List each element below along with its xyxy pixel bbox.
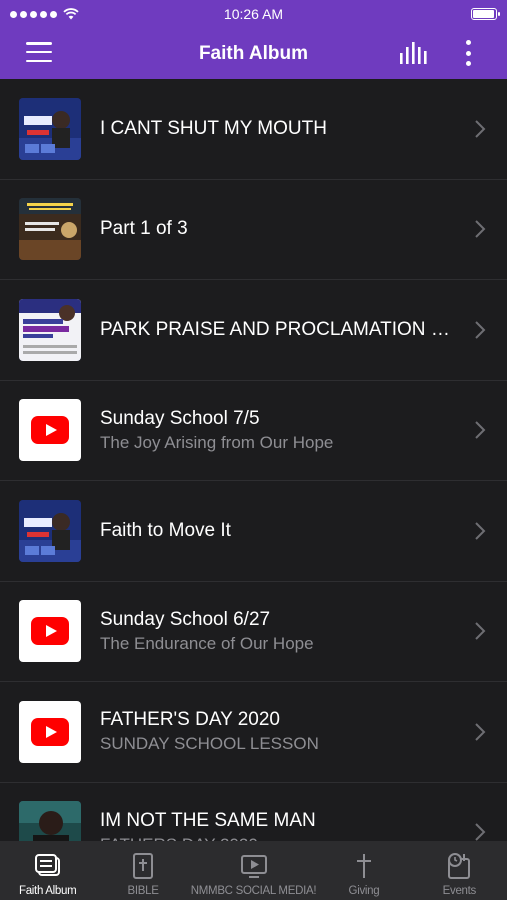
page-title: Faith Album bbox=[198, 42, 309, 64]
list-item-title: Sunday School 6/27 bbox=[100, 608, 271, 630]
list-item-text: I CANT SHUT MY MOUTH bbox=[100, 118, 457, 140]
status-left bbox=[10, 8, 79, 20]
list-item-title: FATHER'S DAY 2020 bbox=[100, 709, 280, 731]
chevron-right-icon bbox=[475, 220, 486, 238]
youtube-thumbnail bbox=[19, 600, 81, 663]
list-item-title: I CANT SHUT MY MOUTH bbox=[100, 117, 327, 139]
tab-bar: Faith Album BIBLE NMMBC SOCIAL MEDIA! Givin… bbox=[0, 841, 507, 900]
battery-icon bbox=[471, 8, 500, 20]
more-options-icon[interactable] bbox=[458, 40, 478, 66]
album-icon bbox=[34, 854, 60, 876]
calendar-clock-icon bbox=[448, 853, 471, 879]
nav-bar: Faith Album bbox=[0, 28, 507, 79]
youtube-thumbnail bbox=[19, 399, 81, 462]
youtube-play-icon bbox=[31, 717, 69, 746]
tab-giving[interactable]: Giving bbox=[316, 841, 411, 900]
join-us-flyer-thumbnail bbox=[19, 499, 81, 562]
menu-icon[interactable] bbox=[26, 42, 52, 62]
list-item-text: Faith to Move It bbox=[100, 520, 457, 542]
status-bar: 10:26 AM bbox=[0, 0, 507, 28]
bible-study-flyer-thumbnail bbox=[19, 198, 81, 261]
proclamation-flyer-thumbnail bbox=[19, 298, 81, 361]
list-item-text: PARK PRAISE AND PROCLAMATION L... bbox=[100, 319, 457, 341]
signal-icon bbox=[10, 10, 57, 18]
chevron-right-icon bbox=[475, 120, 486, 138]
list-item[interactable]: I CANT SHUT MY MOUTH bbox=[0, 79, 507, 180]
chevron-right-icon bbox=[475, 522, 486, 540]
list-item-subtitle: SUNDAY SCHOOL LESSON bbox=[100, 734, 319, 754]
list-item[interactable]: IM NOT THE SAME MANFATHERS DAY 2020 bbox=[0, 783, 507, 841]
tv-icon bbox=[240, 855, 267, 878]
list-item[interactable]: Part 1 of 3 bbox=[0, 180, 507, 280]
tab-label: BIBLE bbox=[127, 885, 159, 897]
youtube-play-icon bbox=[31, 617, 69, 646]
wifi-icon bbox=[63, 8, 79, 20]
equalizer-icon[interactable] bbox=[398, 41, 430, 65]
list-item[interactable]: Sunday School 7/5 The Joy Arising from Ou… bbox=[0, 381, 507, 481]
list-item-title: PARK PRAISE AND PROCLAMATION L... bbox=[100, 318, 457, 340]
cross-icon bbox=[356, 854, 371, 878]
list-item[interactable]: FATHER'S DAY 2020 SUNDAY SCHOOL LESSON bbox=[0, 682, 507, 783]
list-item-text: Sunday School 6/27 The Endurance of Our H… bbox=[100, 609, 457, 654]
album-list: I CANT SHUT MY MOUTH Part 1 of 3 PARK PRAI… bbox=[0, 79, 507, 841]
list-item-title: Part 1 of 3 bbox=[100, 218, 188, 240]
list-item-text: IM NOT THE SAME MANFATHERS DAY 2020 bbox=[100, 810, 457, 841]
list-item-title: Faith to Move It bbox=[100, 519, 231, 541]
youtube-play-icon bbox=[31, 416, 69, 445]
list-item-subtitle: The Joy Arising from Our Hope bbox=[100, 432, 334, 452]
list-item[interactable]: PARK PRAISE AND PROCLAMATION L... bbox=[0, 280, 507, 381]
list-item-text: Part 1 of 3 bbox=[100, 218, 457, 240]
list-item-subtitle: The Endurance of Our Hope bbox=[100, 633, 314, 653]
battery-level bbox=[473, 10, 494, 18]
list-item-text: FATHER'S DAY 2020 SUNDAY SCHOOL LESSON bbox=[100, 709, 457, 754]
tab-bible[interactable]: BIBLE bbox=[95, 841, 190, 900]
tab-label: NMMBC SOCIAL MEDIA! bbox=[190, 885, 317, 897]
list-item[interactable]: Sunday School 6/27 The Endurance of Our H… bbox=[0, 582, 507, 682]
tab-nmmbc-social-media[interactable]: NMMBC SOCIAL MEDIA! bbox=[191, 841, 317, 900]
chevron-right-icon bbox=[475, 421, 486, 439]
chevron-right-icon bbox=[475, 321, 486, 339]
tab-label: Giving bbox=[348, 885, 380, 897]
chevron-right-icon bbox=[475, 823, 486, 841]
list-item[interactable]: Faith to Move It bbox=[0, 481, 507, 582]
tab-faith-album[interactable]: Faith Album bbox=[0, 841, 95, 900]
tab-events[interactable]: Events bbox=[412, 841, 507, 900]
youtube-thumbnail bbox=[19, 700, 81, 763]
chevron-right-icon bbox=[475, 622, 486, 640]
list-item-text: Sunday School 7/5 The Joy Arising from Ou… bbox=[100, 408, 457, 453]
list-item-title: Sunday School 7/5 bbox=[100, 407, 260, 429]
chevron-right-icon bbox=[475, 723, 486, 741]
tab-label: Faith Album bbox=[18, 885, 77, 897]
photo-thumbnail bbox=[19, 801, 81, 841]
tab-label: Events bbox=[442, 885, 477, 897]
join-us-flyer-thumbnail bbox=[19, 97, 81, 160]
list-item-title: IM NOT THE SAME MAN bbox=[100, 809, 316, 831]
bible-icon bbox=[133, 853, 154, 879]
